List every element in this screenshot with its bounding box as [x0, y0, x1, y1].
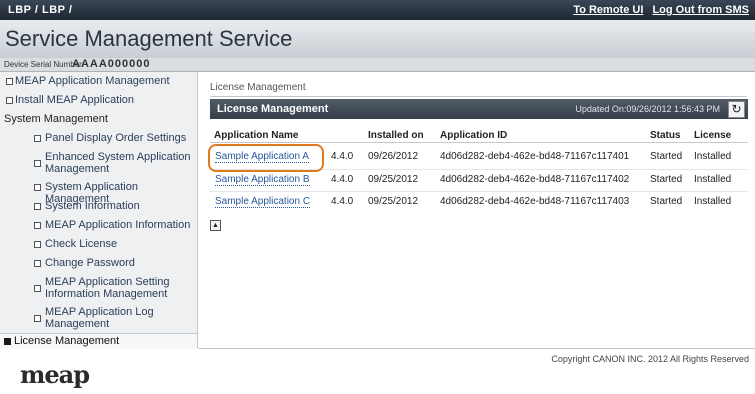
sidebar-item-meap-setting-information[interactable]: MEAP Application Setting Information Man… [0, 275, 197, 301]
sidebar-item-label: MEAP Application Setting Information Man… [45, 276, 170, 300]
bullet-icon [34, 285, 41, 292]
top-links: To Remote UI Log Out from SMS [567, 4, 749, 16]
sidebar-item-label: Check License [45, 238, 118, 250]
sidebar-item-meap-application-information[interactable]: MEAP Application Information [0, 218, 197, 232]
bullet-icon [34, 222, 41, 229]
sidebar-heading-system-management: System Management [0, 112, 197, 126]
sidebar: MEAP Application Management Install MEAP… [0, 72, 198, 349]
bullet-icon [34, 241, 41, 248]
sidebar-heading-label: System Management [4, 113, 108, 125]
sidebar-item-system-information[interactable]: System Information [0, 199, 197, 213]
top-bar: LBP / LBP / To Remote UI Log Out from SM… [0, 0, 755, 20]
device-name: LBP / LBP / [8, 4, 73, 16]
sidebar-item-install-meap-application[interactable]: Install MEAP Application [0, 93, 197, 107]
sidebar-item-label: Enhanced System Application Management [45, 151, 191, 175]
refresh-icon[interactable]: ↻ [728, 101, 745, 118]
serial-bar: Device Serial Number: AAAA000000 [0, 58, 755, 72]
sidebar-item-label: System Information [45, 200, 140, 212]
application-id: 4d06d282-deb4-462e-bd48-71167c117401 [440, 151, 630, 162]
installed-date: 09/25/2012 [368, 196, 419, 207]
breadcrumb: License Management [210, 82, 306, 93]
application-name-link[interactable]: Sample Application C [215, 196, 311, 208]
bullet-icon [34, 160, 41, 167]
sidebar-item-label: MEAP Application Management [15, 75, 170, 87]
bullet-icon [34, 184, 41, 191]
section-title: License Management [217, 103, 329, 115]
serial-value: AAAA000000 [72, 58, 151, 70]
updated-timestamp: Updated On:09/26/2012 1:56:43 PM [575, 104, 720, 114]
sidebar-item-license-management[interactable]: License Management [0, 333, 197, 349]
bullet-icon [6, 97, 13, 104]
bullet-icon [6, 78, 13, 85]
highlight-callout [208, 144, 324, 172]
license-status: Installed [694, 174, 732, 185]
status-text: Started [650, 196, 683, 207]
sidebar-item-label: Panel Display Order Settings [45, 132, 187, 144]
license-status: Installed [694, 196, 732, 207]
bullet-icon [34, 203, 41, 210]
sidebar-item-label: MEAP Application Information [45, 219, 191, 231]
bullet-icon [34, 315, 41, 322]
application-name-link[interactable]: Sample Application B [215, 174, 310, 186]
divider [210, 96, 747, 97]
page-title: Service Management Service [5, 26, 293, 51]
sidebar-item-label: Install MEAP Application [15, 94, 135, 106]
sidebar-item-enhanced-system-application[interactable]: Enhanced System Application Management [0, 150, 197, 176]
sidebar-item-meap-log-management[interactable]: MEAP Application Log Management [0, 305, 197, 331]
status-text: Started [650, 174, 683, 185]
sidebar-item-label: MEAP Application Log Management [45, 306, 154, 330]
copyright-text: Copyright CANON INC. 2012 All Rights Res… [551, 354, 749, 364]
main-content: License Management License Management Up… [198, 72, 755, 348]
sidebar-item-label: License Management [14, 335, 120, 347]
column-header-application-id: Application ID [440, 130, 508, 141]
status-text: Started [650, 151, 683, 162]
footer-divider [198, 348, 755, 349]
bullet-icon [4, 338, 11, 345]
sidebar-item-meap-application-management[interactable]: MEAP Application Management [0, 74, 197, 88]
installed-date: 09/25/2012 [368, 174, 419, 185]
sidebar-item-check-license[interactable]: Check License [0, 237, 197, 251]
column-header-installed-on: Installed on [368, 130, 424, 141]
license-status: Installed [694, 151, 732, 162]
collapse-icon[interactable]: ▲ [210, 220, 221, 231]
application-id: 4d06d282-deb4-462e-bd48-71167c117402 [440, 174, 630, 185]
application-version: 4.4.0 [331, 196, 354, 207]
bullet-icon [34, 135, 41, 142]
logout-link[interactable]: Log Out from SMS [652, 4, 749, 16]
column-header-status: Status [650, 130, 681, 141]
column-header-license: License [694, 130, 732, 141]
sidebar-item-system-application-management[interactable]: System Application Management [0, 180, 197, 205]
sidebar-item-panel-display-order[interactable]: Panel Display Order Settings [0, 131, 197, 145]
application-version: 4.4.0 [331, 151, 354, 162]
row-divider [210, 191, 748, 192]
title-bar: Service Management Service [0, 20, 755, 59]
installed-date: 09/26/2012 [368, 151, 419, 162]
application-version: 4.4.0 [331, 174, 354, 185]
remote-ui-link[interactable]: To Remote UI [573, 4, 643, 16]
header-divider [210, 142, 748, 143]
meap-logo: meap [20, 360, 90, 389]
column-header-application-name: Application Name [214, 130, 299, 141]
bullet-icon [34, 260, 41, 267]
application-id: 4d06d282-deb4-462e-bd48-71167c117403 [440, 196, 630, 207]
sidebar-item-change-password[interactable]: Change Password [0, 256, 197, 270]
section-header: License Management Updated On:09/26/2012… [210, 99, 748, 119]
sidebar-item-label: Change Password [45, 257, 135, 269]
